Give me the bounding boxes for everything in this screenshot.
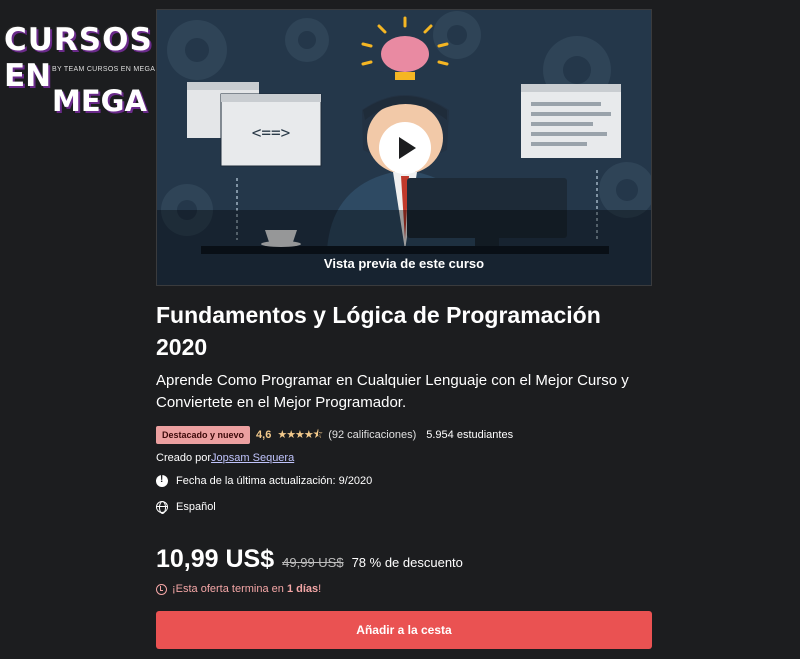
- add-to-cart-button[interactable]: Añadir a la cesta: [156, 611, 652, 649]
- current-price: 10,99 US$: [156, 545, 275, 573]
- course-title: Fundamentos y Lógica de Programación 202…: [156, 302, 601, 360]
- author-link[interactable]: Jopsam Sequera: [211, 452, 294, 464]
- original-price: 49,99 US$: [282, 555, 344, 570]
- svg-text:<==>: <==>: [252, 123, 291, 142]
- discount-text: 78 % de descuento: [351, 555, 463, 570]
- language: Español: [156, 501, 216, 514]
- last-updated-text: Fecha de la última actualización: 9/2020: [176, 475, 373, 487]
- offer-text: ¡Esta oferta termina en 1 días!: [172, 583, 322, 595]
- watermark-line2: EN: [4, 58, 52, 94]
- rating-row: Destacado y nuevo 4,6 ★★★★⯪ (92 califica…: [156, 426, 513, 444]
- preview-label[interactable]: Vista previa de este curso: [157, 256, 651, 271]
- created-by: Creado porJopsam Sequera: [156, 452, 294, 464]
- offer-timer: ¡Esta oferta termina en 1 días!: [156, 583, 321, 595]
- offer-days: 1 días: [286, 583, 319, 595]
- language-text: Español: [176, 501, 216, 513]
- ratings-count-link[interactable]: (92 calificaciones): [328, 429, 416, 441]
- rating-value: 4,6: [256, 429, 272, 441]
- globe-icon: [156, 501, 168, 514]
- watermark-byline: BY TEAM CURSOS EN MEGA: [52, 66, 156, 73]
- created-by-label: Creado por: [156, 452, 212, 464]
- course-subtitle: Aprende Como Programar en Cualquier Leng…: [156, 372, 629, 411]
- course-preview[interactable]: <==> Vista previa de este curso: [156, 9, 652, 286]
- last-updated: Fecha de la última actualización: 9/2020: [156, 474, 373, 487]
- star-rating-icon: ★★★★⯪: [277, 428, 323, 441]
- watermark-line1: CURSOS: [4, 22, 153, 58]
- students-count: 5.954 estudiantes: [426, 429, 514, 441]
- play-button[interactable]: [379, 122, 431, 174]
- alarm-clock-icon: [156, 583, 167, 595]
- alert-icon: [156, 474, 168, 487]
- watermark-logo: CURSOS EN BY TEAM CURSOS EN MEGA MEGA: [0, 18, 160, 128]
- price-row: 10,99 US$ 49,99 US$ 78 % de descuento: [156, 545, 463, 574]
- watermark-line3: MEGA: [52, 84, 147, 118]
- status-badge: Destacado y nuevo: [156, 426, 251, 444]
